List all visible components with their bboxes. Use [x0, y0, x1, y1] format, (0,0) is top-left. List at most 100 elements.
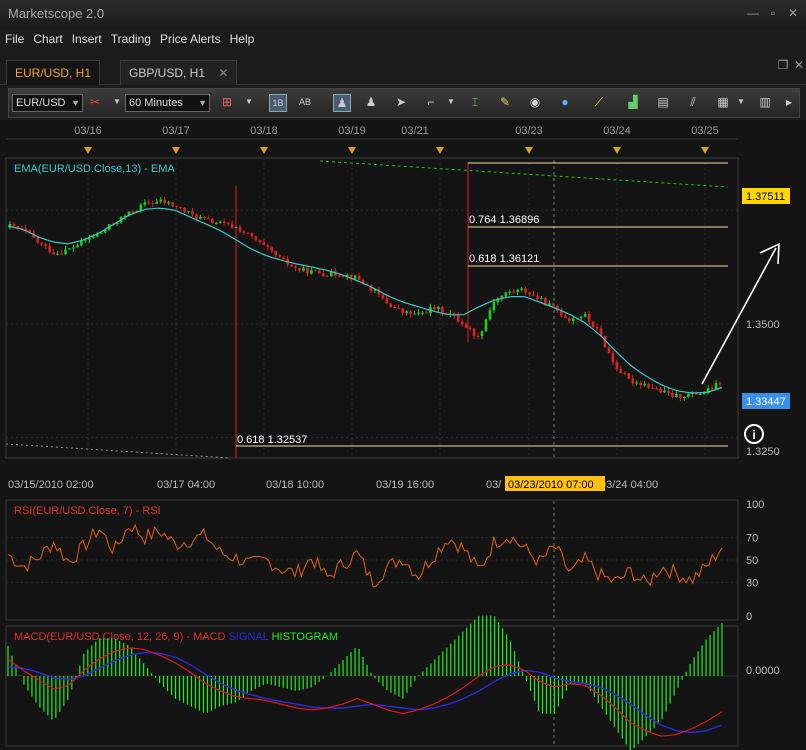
candle-body [619, 369, 623, 374]
candle-body [587, 313, 591, 322]
lines-icon[interactable]: ⫽ [685, 94, 701, 110]
timeframe-select[interactable]: 60 Minutes ▼ [125, 94, 210, 112]
close-chart-icon[interactable]: ✕ [792, 58, 806, 72]
candle-body [318, 270, 321, 274]
candle-body [413, 313, 416, 315]
candle-body [627, 373, 631, 379]
candle-body [639, 382, 642, 386]
eye-icon[interactable]: ◉ [527, 94, 543, 110]
templates-icon[interactable]: ▤ [655, 94, 671, 110]
candle-body [591, 321, 595, 328]
candle-body [532, 294, 535, 296]
chevron-down-icon[interactable]: ▼ [733, 94, 749, 110]
candle-body [357, 275, 361, 280]
chart-area[interactable]: 03/16 03/17 03/18 03/19 03/21 03/23 03/2… [0, 120, 806, 750]
crosshair-icon[interactable]: ⌶ [467, 94, 483, 110]
fib-label: 0.764 1.36896 [469, 214, 539, 226]
time-label: 03/17 04:00 [157, 479, 215, 491]
menu-file[interactable]: File [0, 28, 28, 46]
candle-body [36, 237, 40, 243]
current-price-text: 1.33447 [746, 396, 786, 408]
close-icon[interactable]: ✕ [786, 6, 800, 20]
candle-body [12, 224, 16, 226]
chevron-down-icon[interactable]: ▼ [443, 94, 459, 110]
candle-body [310, 269, 313, 274]
tab-gbpusd[interactable]: GBP/USD, H1 ✕ [120, 60, 238, 85]
candle-body [183, 207, 186, 212]
save-icon[interactable]: ▦ [715, 94, 731, 110]
menu-insert[interactable]: Insert [67, 28, 106, 46]
candle-body [671, 392, 674, 397]
indicators-icon[interactable]: ▟ [625, 94, 641, 110]
fib-label: 0.618 1.32537 [237, 434, 307, 446]
candle-body [187, 211, 190, 213]
candle-body [567, 318, 571, 322]
tab-eurusd[interactable]: EUR/USD, H1 [6, 60, 101, 85]
candle-body [456, 315, 460, 322]
candle-body [635, 382, 639, 384]
candle-body [528, 292, 531, 295]
candle-body [226, 222, 230, 224]
restore-icon[interactable]: ▫ [766, 6, 780, 20]
bar-type-icon[interactable]: ✂ [87, 94, 103, 110]
float-window-icon[interactable]: ❐ [776, 58, 790, 72]
chart-style-icon[interactable]: ⊞ [219, 94, 235, 110]
minimize-icon[interactable]: — [746, 6, 760, 20]
info-icon-glyph: i [752, 428, 755, 442]
candle-body [385, 298, 389, 304]
cursor-time-text: 03/23/2010 07:00 [508, 479, 594, 491]
candle-body [516, 289, 520, 292]
period-ab-icon[interactable]: AB [297, 94, 313, 110]
ema-title: EMA(EUR/USD.Close,13) - EMA [14, 163, 175, 175]
chevron-down-icon: ▼ [198, 98, 207, 108]
zoom-icon[interactable]: ● [557, 94, 573, 110]
candle-body [210, 218, 214, 223]
menu-help[interactable]: Help [225, 28, 259, 46]
candle-body [647, 383, 650, 388]
time-label: 03/18 10:00 [266, 479, 324, 491]
menu-price-alerts[interactable]: Price Alerts [155, 28, 225, 46]
menu-trading[interactable]: Trading [106, 28, 155, 46]
top-date-label: 03/18 [250, 125, 278, 137]
title-bar: Marketscope 2.0 — ▫ ✕ [0, 0, 806, 28]
candle-body [302, 267, 305, 271]
pointer-icon[interactable]: ♟ [333, 94, 351, 112]
candle-body [460, 321, 464, 325]
candle-body [171, 202, 174, 207]
candle-body [623, 373, 627, 375]
candle-body [714, 383, 718, 390]
trader-icon[interactable]: ♟ [363, 94, 379, 110]
tab-label: EUR/USD, H1 [15, 66, 92, 80]
candle-body [48, 246, 51, 253]
candle-body [175, 206, 178, 208]
timeframe-value: 60 Minutes [129, 97, 183, 109]
rsi-tick: 30 [746, 577, 758, 589]
top-date-label: 03/17 [162, 125, 190, 137]
top-date-label: 03/24 [603, 125, 631, 137]
symbol-select[interactable]: EUR/USD ▼ [12, 94, 83, 112]
candle-body [199, 216, 202, 219]
candle-body [322, 273, 325, 277]
chevron-down-icon[interactable]: ▼ [109, 94, 125, 110]
grid-icon[interactable]: ▥ [757, 94, 773, 110]
candle-body [44, 244, 47, 247]
candle-body [472, 328, 476, 336]
candle-body [242, 231, 246, 233]
menu-chart[interactable]: Chart [28, 28, 66, 46]
ruler-icon[interactable]: ⟋ [591, 94, 607, 110]
time-label: 03/15/2010 02:00 [8, 479, 94, 491]
candle-body [667, 390, 670, 393]
more-icon[interactable]: ▸ [781, 94, 797, 110]
rsi-tick: 0 [746, 611, 752, 623]
candle-body [155, 201, 159, 204]
edit-icon[interactable]: ✎ [497, 94, 513, 110]
period-1b-icon[interactable]: 1B [269, 94, 287, 112]
candle-body [492, 302, 496, 311]
candle-body [207, 217, 210, 219]
cursor-icon[interactable]: ➤ [393, 94, 409, 110]
candle-body [476, 335, 480, 337]
candle-body [417, 312, 420, 314]
marker-icon[interactable]: ⌐ [423, 94, 439, 110]
close-tab-icon[interactable]: ✕ [218, 66, 228, 80]
chevron-down-icon[interactable]: ▼ [241, 94, 257, 110]
